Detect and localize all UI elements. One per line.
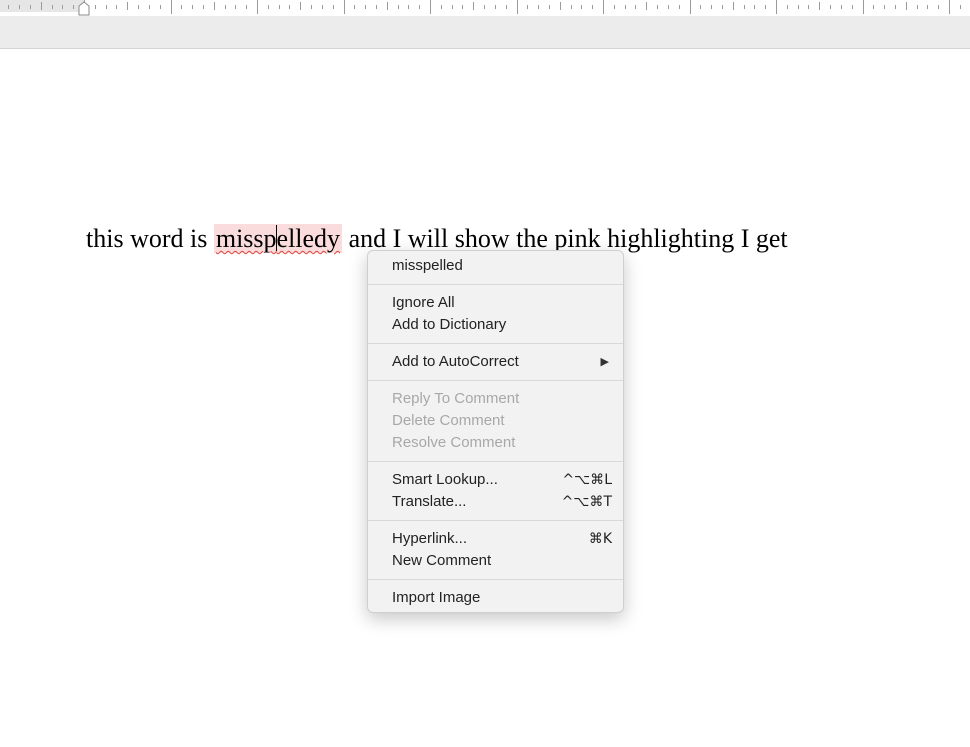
hyperlink-label: Hyperlink... (392, 530, 468, 547)
import-image-item[interactable]: Import Image (368, 587, 623, 609)
submenu-arrow-icon: ▶ (600, 356, 609, 368)
smart-lookup-label: Smart Lookup... (392, 471, 498, 488)
add-to-autocorrect-label: Add to AutoCorrect (392, 353, 519, 370)
reply-to-comment-item: Reply To Comment (392, 390, 520, 407)
misspelled-word[interactable]: misspelledy (213, 224, 343, 253)
delete-comment-item: Delete Comment (392, 412, 505, 429)
translate-item[interactable]: Translate... ^⌥⌘T (368, 491, 623, 513)
menu-separator (368, 343, 623, 344)
hyperlink-shortcut: ⌘K (588, 531, 612, 547)
smart-lookup-item[interactable]: Smart Lookup... ^⌥⌘L (368, 469, 623, 491)
context-menu: misspelled Ignore All Add to Dictionary … (367, 250, 624, 613)
translate-label: Translate... (392, 493, 467, 510)
new-comment-item[interactable]: New Comment (368, 550, 623, 572)
add-to-autocorrect-item[interactable]: Add to AutoCorrect ▶ (368, 351, 623, 373)
menu-separator (368, 520, 623, 521)
suggestion-misspelled[interactable]: misspelled (368, 255, 623, 277)
misspelled-word-part2: elledy (276, 224, 341, 253)
menu-separator (368, 579, 623, 580)
ignore-all-item[interactable]: Ignore All (368, 292, 623, 314)
ruler-toolbar-band (0, 16, 970, 49)
horizontal-ruler[interactable] (0, 0, 970, 16)
text-after: and I will show the pink highlighting I … (342, 224, 788, 253)
misspelled-word-part1: missp (215, 224, 277, 253)
text-before: this word is (86, 224, 214, 253)
translate-shortcut: ^⌥⌘T (561, 494, 612, 510)
ruler-ticks (8, 0, 961, 16)
resolve-comment-item: Resolve Comment (392, 434, 516, 451)
menu-separator (368, 284, 623, 285)
menu-separator (368, 461, 623, 462)
add-to-dictionary-item[interactable]: Add to Dictionary (368, 314, 623, 336)
hyperlink-item[interactable]: Hyperlink... ⌘K (368, 528, 623, 550)
menu-separator (368, 380, 623, 381)
smart-lookup-shortcut: ^⌥⌘L (562, 472, 612, 488)
indent-marker-icon (78, 1, 90, 16)
